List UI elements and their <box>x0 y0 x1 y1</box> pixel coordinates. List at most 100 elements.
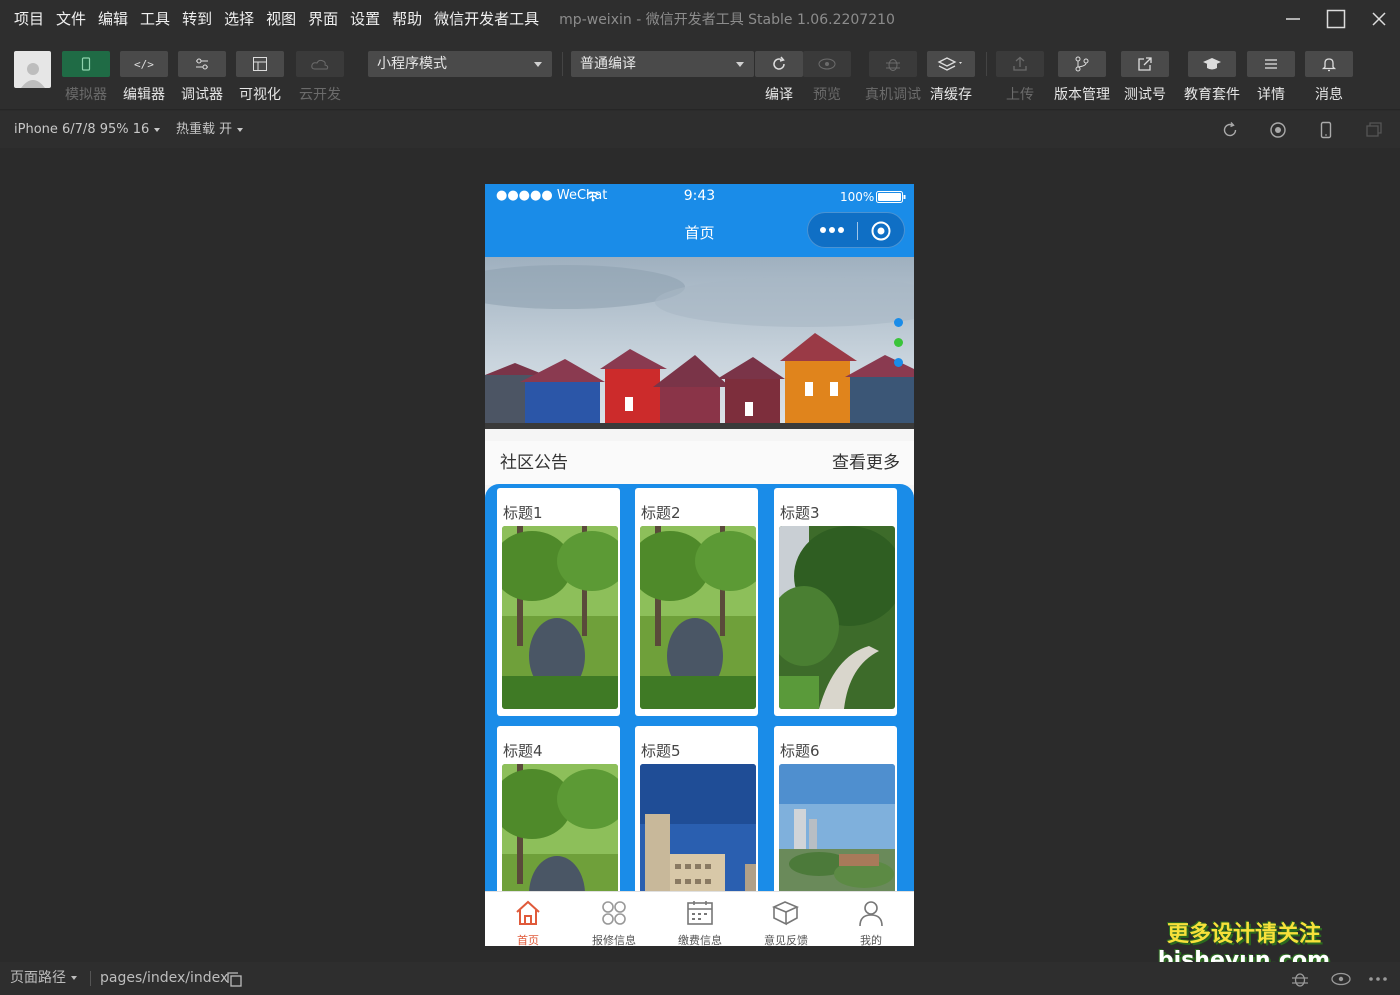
stop-record-icon[interactable] <box>1269 121 1287 139</box>
notice-header: 社区公告 查看更多 <box>485 441 914 485</box>
editor-button[interactable]: </> 编辑器 <box>120 51 168 104</box>
cloud-label: 云开发 <box>299 87 341 103</box>
watermark-line1: 更多设计请关注 <box>1166 922 1321 947</box>
swiper-dot[interactable] <box>894 358 903 367</box>
phone-status-bar: ●●●●● WeChat 9:43 100% <box>485 184 914 209</box>
messages-label: 消息 <box>1315 87 1343 103</box>
mini-program-capsule <box>807 212 905 248</box>
remote-debug-label: 真机调试 <box>865 87 921 103</box>
more-dots-icon[interactable] <box>818 224 848 236</box>
close-button[interactable] <box>1357 0 1400 38</box>
preview-button[interactable]: 预览 <box>803 51 851 104</box>
chevron-down-icon <box>154 127 161 132</box>
menu-file[interactable]: 文件 <box>50 0 92 38</box>
banner-swiper[interactable] <box>485 257 914 429</box>
menu-edit[interactable]: 编辑 <box>92 0 134 38</box>
branch-icon <box>1075 56 1089 72</box>
visual-label: 可视化 <box>239 87 281 103</box>
clear-cache-button[interactable]: 清缓存 <box>927 51 975 104</box>
chevron-down-icon <box>534 62 542 67</box>
menu-tools[interactable]: 工具 <box>134 0 176 38</box>
tab-mine[interactable]: 我的 <box>828 892 914 946</box>
maximize-button[interactable] <box>1314 0 1357 38</box>
compile-select[interactable]: 普通编译 <box>571 51 754 77</box>
test-account-button[interactable]: 测试号 <box>1121 51 1169 104</box>
mode-select-value: 小程序模式 <box>377 56 447 72</box>
version-button[interactable]: 版本管理 <box>1054 51 1110 104</box>
debugger-button[interactable]: 调试器 <box>178 51 226 104</box>
details-button[interactable]: 详情 <box>1247 51 1295 104</box>
layers-icon <box>937 57 962 71</box>
avatar[interactable] <box>14 51 51 88</box>
card-title: 标题1 <box>503 504 543 522</box>
visual-button[interactable]: 可视化 <box>236 51 284 104</box>
close-target-icon[interactable] <box>870 220 892 242</box>
tab-payment[interactable]: 缴费信息 <box>657 892 743 946</box>
banner-image <box>485 257 914 429</box>
eye-icon[interactable] <box>1330 972 1352 986</box>
editor-label: 编辑器 <box>123 87 165 103</box>
notice-card[interactable]: 标题3 <box>774 488 897 716</box>
tab-feedback[interactable]: 意见反馈 <box>743 892 829 946</box>
menu-help[interactable]: 帮助 <box>386 0 428 38</box>
test-account-label: 测试号 <box>1124 87 1166 103</box>
graduation-cap-icon <box>1203 58 1221 70</box>
menu-project[interactable]: 项目 <box>0 0 50 38</box>
bug-icon[interactable] <box>1290 970 1310 988</box>
device-select-value: iPhone 6/7/8 95% 16 <box>14 122 150 137</box>
tab-label: 首页 <box>517 934 539 946</box>
eye-icon <box>818 58 836 70</box>
mode-select[interactable]: 小程序模式 <box>368 51 552 77</box>
toolbar-divider <box>986 52 987 76</box>
payment-icon <box>687 901 713 925</box>
tab-label: 我的 <box>860 934 882 946</box>
page-path-select[interactable]: 页面路径 <box>10 962 77 995</box>
menu-icon <box>1265 59 1277 69</box>
window-split-icon[interactable] <box>1365 121 1383 139</box>
close-icon <box>1371 12 1386 26</box>
minimize-button[interactable] <box>1271 0 1314 38</box>
upload-icon <box>1013 56 1027 71</box>
phone-icon[interactable] <box>1317 121 1335 139</box>
window-controls <box>1271 0 1400 38</box>
phone-icon <box>81 57 91 71</box>
edu-kit-button[interactable]: 教育套件 <box>1184 51 1240 104</box>
remote-debug-button[interactable]: 真机调试 <box>865 51 921 104</box>
notice-card[interactable]: 标题1 <box>497 488 620 716</box>
more-dots-icon[interactable] <box>1368 976 1388 982</box>
compile-label: 编译 <box>765 87 793 103</box>
swiper-dot[interactable] <box>894 318 903 327</box>
hot-reload-select[interactable]: 热重载 开 <box>176 111 244 148</box>
chevron-down-icon <box>71 976 77 980</box>
notice-card[interactable]: 标题2 <box>635 488 758 716</box>
messages-button[interactable]: 消息 <box>1305 51 1353 104</box>
page-path-value: pages/index/index <box>100 970 229 986</box>
copy-icon[interactable] <box>227 972 242 987</box>
cloud-button[interactable]: 云开发 <box>296 51 344 104</box>
debugger-label: 调试器 <box>181 87 223 103</box>
feedback-icon <box>771 901 800 926</box>
menu-view[interactable]: 视图 <box>260 0 302 38</box>
user-avatar-icon <box>20 63 45 88</box>
tab-home[interactable]: 首页 <box>485 892 571 946</box>
sliders-icon <box>196 58 208 70</box>
battery-icon <box>876 191 906 203</box>
menu-settings[interactable]: 设置 <box>344 0 386 38</box>
upload-button[interactable]: 上传 <box>996 51 1044 104</box>
minimize-icon <box>1285 18 1300 20</box>
menu-interface[interactable]: 界面 <box>302 0 344 38</box>
tab-bar: 首页 报修信息 缴费信息 意见反馈 我的 <box>485 891 914 946</box>
menu-devtools[interactable]: 微信开发者工具 <box>428 0 545 38</box>
card-image <box>779 526 895 709</box>
swiper-dot-active[interactable] <box>894 338 903 347</box>
code-icon: </> <box>134 58 154 71</box>
compile-button[interactable]: 编译 <box>755 51 803 104</box>
tab-repair[interactable]: 报修信息 <box>571 892 657 946</box>
notice-more-link[interactable]: 查看更多 <box>832 441 900 485</box>
rotate-icon[interactable] <box>1221 121 1239 139</box>
menu-select[interactable]: 选择 <box>218 0 260 38</box>
device-select[interactable]: iPhone 6/7/8 95% 16 <box>14 111 161 148</box>
menu-goto[interactable]: 转到 <box>176 0 218 38</box>
simulator-button[interactable]: 模拟器 <box>62 51 110 104</box>
toolbar: 模拟器 </> 编辑器 调试器 可视化 云开发 小程序模式 普通编译 编译 预览… <box>0 38 1400 110</box>
